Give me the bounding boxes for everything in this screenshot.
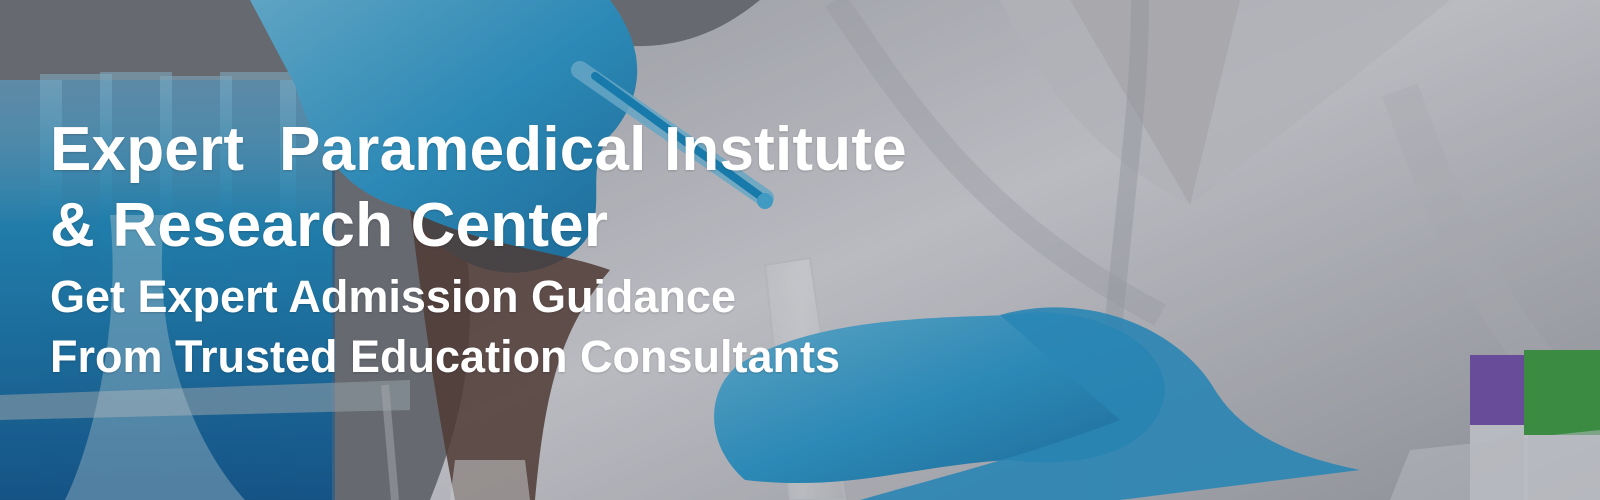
subheadline-line-1: Get Expert Admission Guidance: [50, 271, 736, 322]
hero-text-block: Expert Paramedical Institute & Research …: [50, 112, 1030, 387]
subheadline-line-2: From Trusted Education Consultants: [50, 331, 841, 382]
subheadline: Get Expert Admission Guidance From Trust…: [50, 267, 1030, 387]
headline-line-2: & Research Center: [50, 191, 609, 260]
headline-line-1: Expert Paramedical Institute: [50, 115, 907, 184]
hero-banner: Expert Paramedical Institute & Research …: [0, 0, 1600, 500]
page-title: Expert Paramedical Institute & Research …: [50, 112, 1030, 264]
